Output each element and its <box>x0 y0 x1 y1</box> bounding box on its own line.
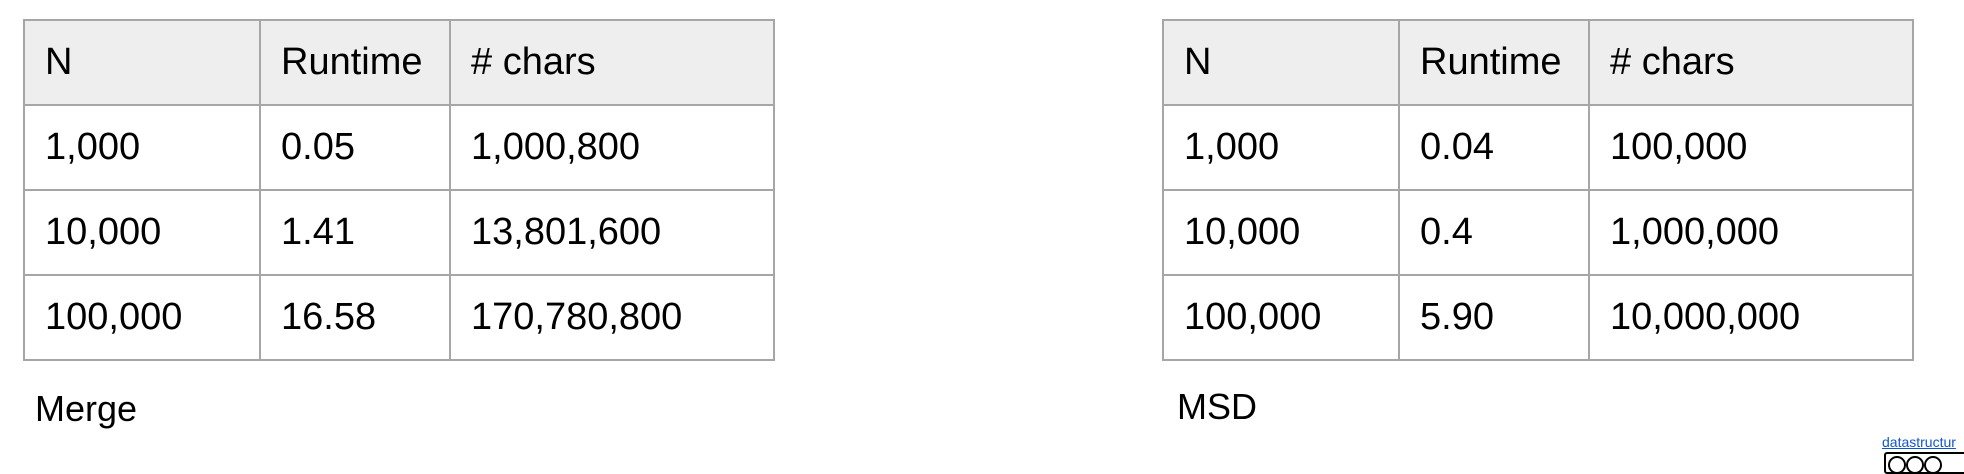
cell-chars: 170,780,800 <box>449 274 775 361</box>
column-header-chars: # chars <box>1588 19 1914 106</box>
merge-caption: Merge <box>35 388 138 429</box>
table-row: 100,000 5.90 10,000,000 <box>1162 274 1914 361</box>
cell-n: 1,000 <box>23 104 261 191</box>
creative-commons-badge-icon[interactable] <box>1884 452 1964 474</box>
cell-chars: 10,000,000 <box>1588 274 1914 361</box>
cell-n: 1,000 <box>1162 104 1400 191</box>
column-header-runtime: Runtime <box>1398 19 1590 106</box>
attribution-icon <box>1906 456 1924 474</box>
cell-runtime: 0.05 <box>259 104 451 191</box>
noncommercial-icon <box>1924 456 1942 474</box>
column-header-chars: # chars <box>449 19 775 106</box>
column-header-runtime: Runtime <box>259 19 451 106</box>
cc-icon <box>1888 456 1906 474</box>
table-header-row: N Runtime # chars <box>1162 19 1914 106</box>
cell-chars: 100,000 <box>1588 104 1914 191</box>
column-header-n: N <box>23 19 261 106</box>
cell-chars: 13,801,600 <box>449 189 775 276</box>
table-row: 1,000 0.05 1,000,800 <box>23 104 775 191</box>
cell-runtime: 16.58 <box>259 274 451 361</box>
column-header-n: N <box>1162 19 1400 106</box>
cell-chars: 1,000,800 <box>449 104 775 191</box>
table-row: 1,000 0.04 100,000 <box>1162 104 1914 191</box>
table-row: 100,000 16.58 170,780,800 <box>23 274 775 361</box>
table-row: 10,000 0.4 1,000,000 <box>1162 189 1914 276</box>
cell-n: 10,000 <box>23 189 261 276</box>
msd-table: N Runtime # chars 1,000 0.04 100,000 10,… <box>1162 19 1914 361</box>
cell-runtime: 0.4 <box>1398 189 1590 276</box>
msd-caption: MSD <box>1177 386 1257 427</box>
cell-runtime: 5.90 <box>1398 274 1590 361</box>
table-row: 10,000 1.41 13,801,600 <box>23 189 775 276</box>
cell-chars: 1,000,000 <box>1588 189 1914 276</box>
credit-link[interactable]: datastructur <box>1882 434 1956 450</box>
merge-table: N Runtime # chars 1,000 0.05 1,000,800 1… <box>23 19 775 361</box>
cell-runtime: 0.04 <box>1398 104 1590 191</box>
table-header-row: N Runtime # chars <box>23 19 775 106</box>
cell-n: 100,000 <box>23 274 261 361</box>
cell-n: 10,000 <box>1162 189 1400 276</box>
cell-n: 100,000 <box>1162 274 1400 361</box>
cell-runtime: 1.41 <box>259 189 451 276</box>
